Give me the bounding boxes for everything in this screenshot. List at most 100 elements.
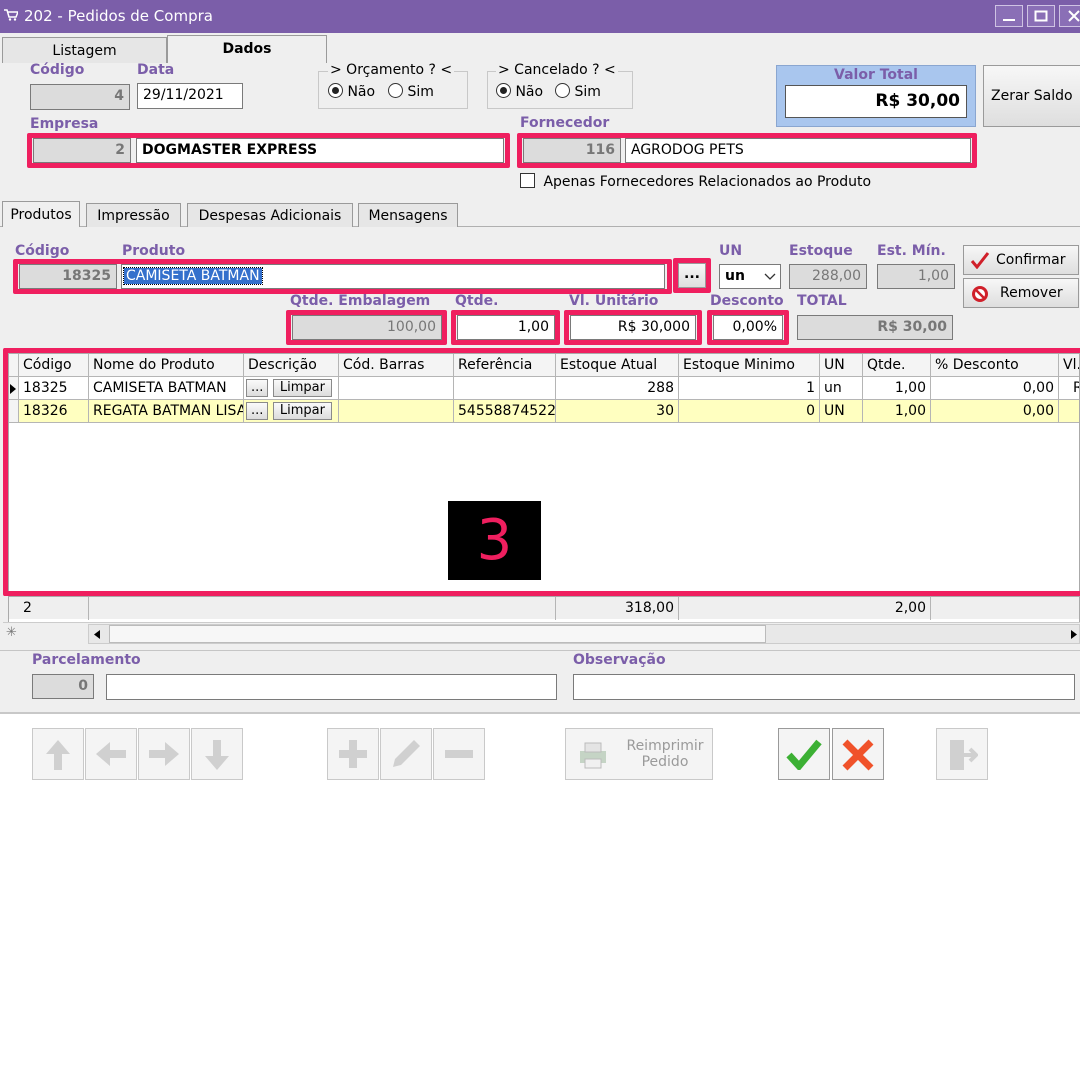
total-label: TOTAL	[797, 293, 847, 309]
data-field[interactable]: 29/11/2021	[137, 83, 243, 109]
qtde-embalagem-highlight	[286, 310, 447, 345]
pencil-icon	[393, 740, 420, 767]
maximize-button[interactable]	[1027, 5, 1055, 27]
tab-label: Produtos	[10, 207, 72, 223]
divider	[0, 650, 1080, 651]
empresa-label: Empresa	[30, 116, 99, 132]
radio-label: Sim	[574, 84, 601, 100]
checkmark-icon	[970, 252, 990, 269]
qtde-label: Qtde.	[455, 293, 499, 309]
parcelamento-code-field: 0	[32, 674, 94, 699]
tab-label: Impressão	[97, 208, 170, 224]
orcamento-legend: > Orçamento ? <	[328, 62, 455, 78]
grid-footer: 2 318,00 2,00	[9, 596, 1079, 620]
zerar-saldo-button[interactable]: Zerar Saldo	[983, 65, 1080, 127]
confirmar-label: Confirmar	[996, 252, 1066, 268]
footer-estoque-total: 318,00	[556, 597, 679, 620]
delete-button[interactable]	[433, 728, 485, 780]
reimprimir-label: Reimprimir Pedido	[626, 738, 704, 770]
observacao-label: Observação	[573, 652, 666, 668]
save-button[interactable]	[778, 728, 830, 780]
observacao-field[interactable]	[573, 674, 1075, 700]
radio-icon	[555, 83, 570, 98]
new-row-icon: ✳	[6, 625, 17, 640]
valor-total-label: Valor Total	[834, 67, 918, 83]
radio-icon	[496, 83, 511, 98]
un-value: un	[725, 268, 745, 284]
parcelamento-field[interactable]	[106, 674, 557, 700]
previous-record-button[interactable]	[85, 728, 137, 780]
scroll-right-icon[interactable]	[1071, 630, 1077, 639]
un-label: UN	[719, 243, 743, 259]
lookup-highlight	[673, 258, 711, 293]
desconto-label: Desconto	[710, 293, 784, 309]
last-record-button[interactable]	[191, 728, 243, 780]
un-select[interactable]: un	[719, 264, 781, 289]
radio-label: Não	[515, 84, 544, 100]
scroll-thumb[interactable]	[109, 625, 766, 643]
checkmark-icon	[786, 739, 822, 770]
toolbar-divider	[0, 712, 1080, 714]
tab-label: Dados	[222, 41, 272, 57]
edit-button[interactable]	[380, 728, 432, 780]
tab-listagem[interactable]: Listagem	[2, 37, 167, 63]
estoque-field: 288,00	[789, 264, 867, 289]
window-title: 202 - Pedidos de Compra	[24, 7, 213, 25]
tab-impressao[interactable]: Impressão	[86, 203, 181, 227]
chevron-down-icon	[764, 273, 776, 280]
produto-highlight	[13, 259, 672, 294]
cancel-button[interactable]	[832, 728, 884, 780]
radio-label: Sim	[407, 84, 434, 100]
first-record-button[interactable]	[32, 728, 84, 780]
arrow-right-icon	[149, 742, 179, 766]
exit-button[interactable]	[936, 728, 988, 780]
est-min-label: Est. Mín.	[877, 243, 946, 259]
printer-icon	[580, 742, 606, 769]
tab-label: Listagem	[52, 43, 117, 59]
empresa-highlight	[27, 133, 510, 168]
close-button[interactable]	[1059, 5, 1080, 27]
maximize-icon	[1034, 10, 1048, 22]
close-icon	[842, 739, 874, 771]
scroll-left-icon[interactable]	[94, 630, 100, 639]
plus-icon	[339, 740, 367, 768]
estoque-label: Estoque	[789, 243, 853, 259]
desconto-highlight	[707, 310, 789, 345]
next-record-button[interactable]	[138, 728, 190, 780]
remover-label: Remover	[1000, 285, 1063, 301]
reimprimir-button[interactable]: Reimprimir Pedido	[565, 728, 713, 780]
remove-icon	[972, 286, 988, 302]
arrow-left-icon	[96, 742, 126, 766]
radio-label: Não	[347, 84, 376, 100]
data-label: Data	[137, 62, 175, 78]
tab-produtos[interactable]: Produtos	[2, 201, 80, 227]
radio-icon	[388, 83, 403, 98]
add-button[interactable]	[327, 728, 379, 780]
apenas-checkbox[interactable]: Apenas Fornecedores Relacionados ao Prod…	[520, 173, 871, 190]
valor-total-box: Valor Total R$ 30,00	[776, 65, 976, 127]
orcamento-sim-radio[interactable]: Sim	[388, 83, 434, 100]
minimize-button[interactable]	[995, 5, 1023, 27]
vl-unitario-label: Vl. Unitário	[569, 293, 659, 309]
tab-dados[interactable]: Dados	[167, 35, 327, 63]
radio-icon	[328, 83, 343, 98]
tab-mensagens[interactable]: Mensagens	[358, 203, 458, 227]
est-min-field: 1,00	[877, 264, 955, 289]
annotation-badge: 3	[448, 501, 541, 580]
vl-unitario-highlight	[564, 310, 702, 345]
footer-count: 2	[19, 597, 89, 620]
cancelado-nao-radio[interactable]: Não	[496, 83, 543, 100]
cancelado-legend: > Cancelado ? <	[496, 62, 618, 78]
cart-icon	[4, 9, 18, 21]
horizontal-scrollbar[interactable]	[88, 624, 1080, 644]
tab-despesas[interactable]: Despesas Adicionais	[187, 203, 353, 227]
close-icon	[1068, 10, 1080, 22]
confirmar-button[interactable]: Confirmar	[963, 245, 1079, 275]
minus-icon	[445, 750, 473, 758]
cancelado-sim-radio[interactable]: Sim	[555, 83, 601, 100]
orcamento-nao-radio[interactable]: Não	[328, 83, 375, 100]
footer-qtde-total: 2,00	[863, 597, 931, 620]
total-field: R$ 30,00	[797, 315, 953, 340]
remover-button[interactable]: Remover	[963, 278, 1079, 308]
produto-label: Produto	[122, 243, 186, 259]
